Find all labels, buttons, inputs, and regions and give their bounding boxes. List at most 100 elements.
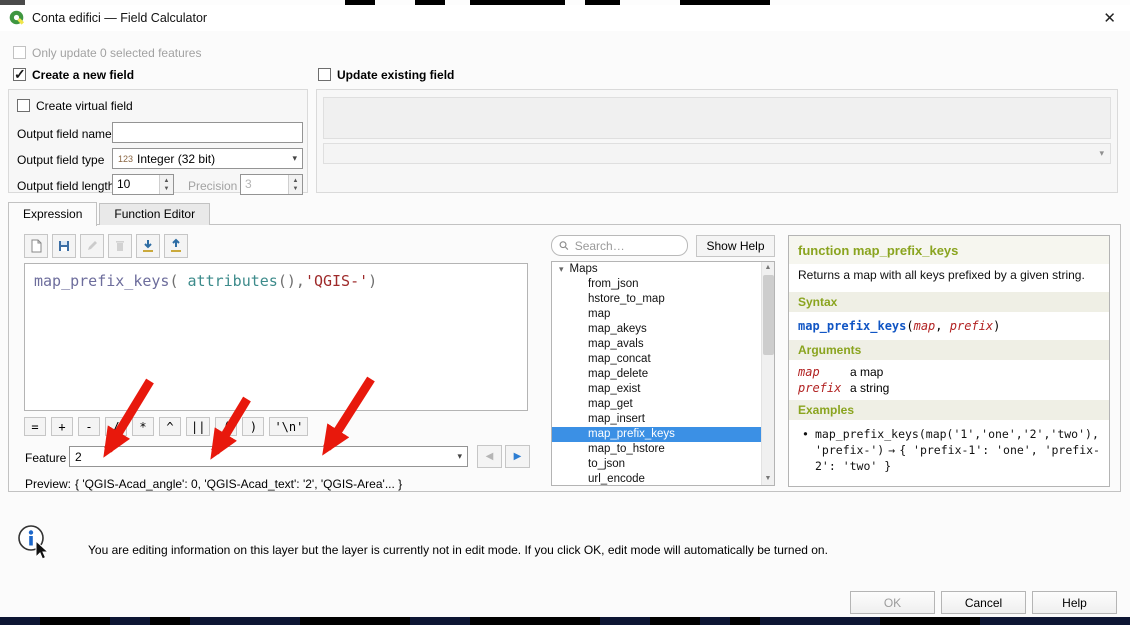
tree-item[interactable]: map_to_hstore xyxy=(552,442,774,457)
operator-equals-button[interactable]: = xyxy=(24,417,46,436)
background-shape xyxy=(300,617,410,625)
tree-item[interactable]: map_delete xyxy=(552,367,774,382)
preview-row: Preview:{ 'QGIS-Acad_angle': 0, 'QGIS-Ac… xyxy=(25,477,402,491)
title-bar: Conta edifici — Field Calculator ✕ xyxy=(0,5,1130,31)
background-shape xyxy=(150,617,190,625)
feature-value: 2 xyxy=(75,450,82,464)
expression-string-token: 'QGIS-' xyxy=(305,272,368,290)
spinner-arrows-icon[interactable] xyxy=(159,175,173,194)
syntax-paren: ) xyxy=(993,319,1000,333)
background-shape xyxy=(730,617,760,625)
create-virtual-field-checkbox[interactable] xyxy=(17,99,30,112)
cancel-button[interactable]: Cancel xyxy=(941,591,1026,614)
chevron-down-icon xyxy=(457,451,462,462)
arrow-icon: → xyxy=(888,443,895,457)
expression-editor[interactable]: map_prefix_keys( attributes(),'QGIS-') xyxy=(24,263,528,411)
create-new-field-checkbox[interactable] xyxy=(13,68,26,81)
tree-scrollbar[interactable] xyxy=(761,262,774,485)
update-existing-field-checkbox[interactable] xyxy=(318,68,331,81)
help-button[interactable]: Help xyxy=(1032,591,1117,614)
next-feature-button[interactable] xyxy=(505,445,530,468)
expression-builder-panel: map_prefix_keys( attributes(),'QGIS-') =… xyxy=(8,224,1121,492)
function-help-panel: function map_prefix_keys Returns a map w… xyxy=(788,235,1110,487)
operator-concat-button[interactable]: || xyxy=(186,417,210,436)
output-field-length-value: 10 xyxy=(113,175,159,194)
tree-item[interactable]: map_exist xyxy=(552,382,774,397)
function-tree: Maps from_json hstore_to_map map map_ake… xyxy=(551,261,775,486)
tree-item[interactable]: map_avals xyxy=(552,337,774,352)
argument-name: map xyxy=(798,365,850,379)
operator-close-paren-button[interactable]: ) xyxy=(242,417,264,436)
edit-expression-button[interactable] xyxy=(80,234,104,258)
output-field-type-label: Output field type xyxy=(17,153,104,167)
output-field-length-spinner[interactable]: 10 xyxy=(112,174,174,195)
search-input[interactable] xyxy=(573,238,680,254)
save-icon xyxy=(56,238,72,254)
scroll-down-icon[interactable] xyxy=(762,473,774,485)
spinner-arrows-icon[interactable] xyxy=(288,175,302,194)
feature-select[interactable]: 2 xyxy=(69,446,468,467)
help-syntax-header: Syntax xyxy=(789,292,1109,312)
help-examples-header: Examples xyxy=(789,400,1109,420)
only-update-label: Only update 0 selected features xyxy=(32,46,201,60)
help-description: Returns a map with all keys prefixed by … xyxy=(789,264,1109,288)
tree-item-map-prefix-keys[interactable]: map_prefix_keys xyxy=(552,427,774,442)
previous-feature-button[interactable] xyxy=(477,445,502,468)
operator-multiply-button[interactable]: * xyxy=(132,417,154,436)
precision-spinner[interactable]: 3 xyxy=(240,174,303,195)
operator-newline-button[interactable]: '\n' xyxy=(269,417,308,436)
create-virtual-field-label: Create virtual field xyxy=(36,99,133,113)
tab-function-editor[interactable]: Function Editor xyxy=(99,203,210,225)
only-update-checkbox[interactable] xyxy=(13,46,26,59)
background-shape xyxy=(880,617,980,625)
function-search[interactable] xyxy=(551,235,688,256)
tab-bar: Expression Function Editor xyxy=(8,202,212,225)
tree-item[interactable]: map_get xyxy=(552,397,774,412)
save-expression-button[interactable] xyxy=(52,234,76,258)
argument-name: prefix xyxy=(798,381,850,395)
operator-open-paren-button[interactable]: ( xyxy=(215,417,237,436)
ok-button[interactable]: OK xyxy=(850,591,935,614)
feature-label: Feature xyxy=(25,451,66,465)
background-shape xyxy=(470,617,600,625)
operator-buttons: = + - / * ^ || ( ) '\n' xyxy=(24,417,308,436)
scroll-up-icon[interactable] xyxy=(762,262,774,274)
import-expression-button[interactable] xyxy=(136,234,160,258)
tree-item[interactable]: to_json xyxy=(552,457,774,472)
operator-plus-button[interactable]: + xyxy=(51,417,73,436)
existing-field-select[interactable] xyxy=(323,143,1111,164)
operator-power-button[interactable]: ^ xyxy=(159,417,181,436)
expression-attributes-token: attributes xyxy=(188,272,278,290)
chevron-down-icon xyxy=(292,153,297,164)
delete-expression-button[interactable] xyxy=(108,234,132,258)
output-field-name-input[interactable] xyxy=(112,122,303,143)
expand-arrow-icon xyxy=(559,263,570,275)
syntax-arg: map xyxy=(914,319,936,333)
close-icon[interactable]: ✕ xyxy=(1103,9,1116,27)
tree-item[interactable]: map xyxy=(552,307,774,322)
tree-item[interactable]: map_insert xyxy=(552,412,774,427)
precision-label: Precision xyxy=(188,179,237,193)
expression-paren-token: ( xyxy=(169,272,187,290)
tree-group-label: Maps xyxy=(570,263,598,275)
tree-item[interactable]: from_json xyxy=(552,277,774,292)
tree-item[interactable]: hstore_to_map xyxy=(552,292,774,307)
operator-minus-button[interactable]: - xyxy=(78,417,100,436)
tree-item[interactable]: map_concat xyxy=(552,352,774,367)
operator-divide-button[interactable]: / xyxy=(105,417,127,436)
argument-row: mapa map xyxy=(789,364,1109,380)
background-shape xyxy=(40,617,110,625)
scrollbar-thumb[interactable] xyxy=(763,275,774,355)
new-expression-button[interactable] xyxy=(24,234,48,258)
argument-row: prefixa string xyxy=(789,380,1109,396)
show-help-button[interactable]: Show Help xyxy=(696,235,775,257)
expression-paren-token: (), xyxy=(278,272,305,290)
output-field-type-select[interactable]: 123 Integer (32 bit) xyxy=(112,148,303,169)
tree-group-maps[interactable]: Maps xyxy=(552,262,774,277)
export-expression-button[interactable] xyxy=(164,234,188,258)
integer-type-icon: 123 xyxy=(118,154,133,164)
tree-item[interactable]: map_akeys xyxy=(552,322,774,337)
tab-expression[interactable]: Expression xyxy=(8,202,97,226)
edit-mode-message: You are editing information on this laye… xyxy=(88,543,1068,557)
tree-item[interactable]: url_encode xyxy=(552,472,774,486)
